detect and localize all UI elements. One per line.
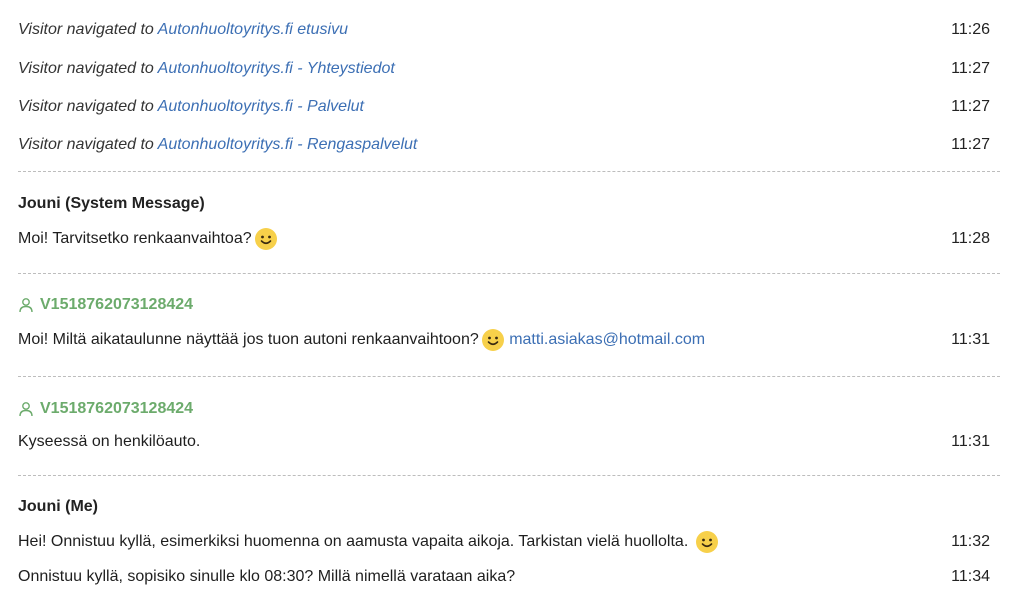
nav-event: Visitor navigated to Autonhuoltoyritys.f… <box>18 20 990 40</box>
message-text: Onnistuu kyllä, sopisiko sinulle klo 08:… <box>18 568 516 585</box>
timestamp: 11:26 <box>951 21 990 38</box>
timestamp: 11:31 <box>951 331 990 348</box>
author-name: Jouni (Me) <box>18 498 98 515</box>
message-author: V1518762073128424 <box>18 295 990 315</box>
nav-event-prefix: Visitor navigated to <box>18 21 154 38</box>
nav-event-link[interactable]: Autonhuoltoyritys.fi - Yhteystiedot <box>158 60 395 77</box>
person-icon <box>19 401 33 416</box>
message-line: Hei! Onnistuu kyllä, esimerkiksi huomenn… <box>18 530 990 554</box>
timestamp: 11:32 <box>951 533 990 550</box>
timestamp: 11:27 <box>951 136 990 153</box>
message-line: Moi! Miltä aikataulunne näyttää jos tuon… <box>18 328 990 352</box>
message-text: Kyseessä on henkilöauto. <box>18 433 201 450</box>
message-author: V1518762073128424 <box>18 399 990 419</box>
nav-event-prefix: Visitor navigated to <box>18 136 154 153</box>
nav-event-prefix: Visitor navigated to <box>18 60 154 77</box>
message-author: Jouni (Me) <box>18 497 990 517</box>
nav-event: Visitor navigated to Autonhuoltoyritys.f… <box>18 59 990 79</box>
author-name: Jouni (System Message) <box>18 195 205 212</box>
timestamp: 11:27 <box>951 60 990 77</box>
message-line: Kyseessä on henkilöauto. 11:31 <box>18 432 990 452</box>
divider <box>18 376 1000 377</box>
message-line: Moi! Tarvitsetko renkaanvaihtoa? 11:28 <box>18 227 990 251</box>
message-line: Onnistuu kyllä, sopisiko sinulle klo 08:… <box>18 567 990 587</box>
timestamp: 11:27 <box>951 98 990 115</box>
nav-event: Visitor navigated to Autonhuoltoyritys.f… <box>18 135 990 155</box>
person-icon <box>19 297 33 312</box>
divider <box>18 273 1000 274</box>
timestamp: 11:34 <box>951 568 990 585</box>
message-text: Moi! Miltä aikataulunne näyttää jos tuon… <box>18 331 479 349</box>
message-text: Moi! Tarvitsetko renkaanvaihtoa? <box>18 230 252 248</box>
message-text: Hei! Onnistuu kyllä, esimerkiksi huomenn… <box>18 533 689 551</box>
nav-event-prefix: Visitor navigated to <box>18 98 154 115</box>
nav-event-link[interactable]: Autonhuoltoyritys.fi etusivu <box>158 21 348 38</box>
message-author: Jouni (System Message) <box>18 194 990 214</box>
chat-transcript: Visitor navigated to Autonhuoltoyritys.f… <box>0 0 1024 609</box>
author-name: V1518762073128424 <box>40 400 194 417</box>
email-link[interactable]: matti.asiakas@hotmail.com <box>509 331 705 348</box>
smiley-icon <box>481 329 504 351</box>
timestamp: 11:28 <box>951 230 990 247</box>
nav-event: Visitor navigated to Autonhuoltoyritys.f… <box>18 97 990 117</box>
author-name: V1518762073128424 <box>40 296 194 313</box>
nav-event-link[interactable]: Autonhuoltoyritys.fi - Rengaspalvelut <box>158 136 418 153</box>
smiley-icon <box>254 228 277 250</box>
divider <box>18 475 1000 476</box>
smiley-icon <box>695 531 718 553</box>
divider <box>18 171 1000 172</box>
nav-event-link[interactable]: Autonhuoltoyritys.fi - Palvelut <box>158 98 364 115</box>
timestamp: 11:31 <box>951 433 990 450</box>
